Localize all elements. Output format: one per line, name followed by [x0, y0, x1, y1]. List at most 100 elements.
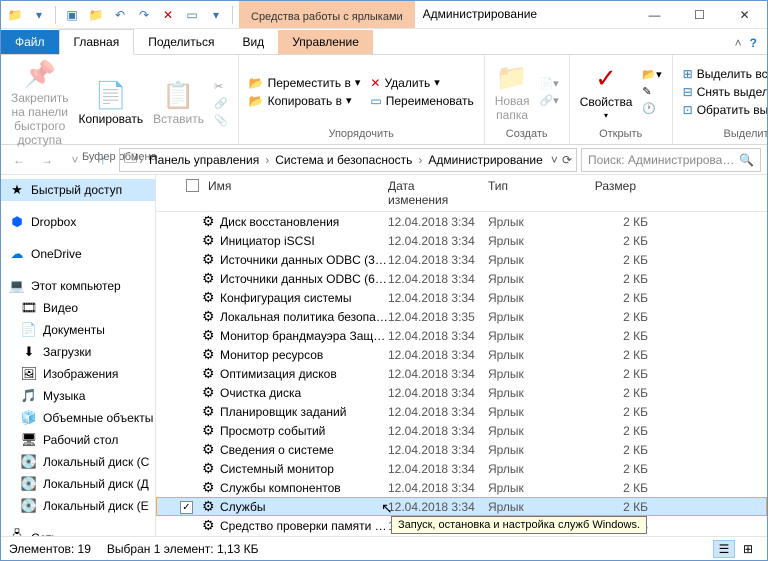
delete-button[interactable]: ✕ Удалить ▾	[366, 74, 477, 92]
file-row[interactable]: ⚙Локальная политика безопасности12.04.20…	[156, 307, 767, 326]
nav-music[interactable]: 🎵Музыка	[1, 385, 155, 407]
back-button[interactable]: ←	[7, 148, 31, 172]
nav-documents[interactable]: 📄Документы	[1, 319, 155, 341]
nav-videos[interactable]: 🎞Видео	[1, 297, 155, 319]
undo-icon[interactable]: ↶	[110, 5, 130, 25]
nav-disk-c[interactable]: 💽Локальный диск (С	[1, 451, 155, 473]
minimize-button[interactable]: —	[632, 1, 677, 28]
nav-quick-access[interactable]: ★Быстрый доступ	[1, 179, 155, 201]
qat-more-icon[interactable]: ▾	[206, 5, 226, 25]
file-row[interactable]: ⚙Просмотр событий12.04.2018 3:34Ярлык2 К…	[156, 421, 767, 440]
file-row[interactable]: ⚙Конфигурация системы12.04.2018 3:34Ярлы…	[156, 288, 767, 307]
search-input[interactable]: Поиск: Администрирование 🔍	[581, 148, 761, 172]
nav-network[interactable]: 🖧Сеть	[1, 527, 155, 536]
nav-onedrive[interactable]: ☁OneDrive	[1, 243, 155, 265]
file-row[interactable]: ⚙Сведения о системе12.04.2018 3:34Ярлык2…	[156, 440, 767, 459]
file-list[interactable]: ⚙Диск восстановления12.04.2018 3:34Ярлык…	[156, 212, 767, 536]
chevron-right-icon[interactable]: ›	[416, 153, 424, 167]
pc-icon: 💻	[9, 278, 25, 294]
file-size: 2 КБ	[578, 405, 648, 419]
file-row[interactable]: ⚙Монитор брандмауэра Защитника...12.04.2…	[156, 326, 767, 345]
help-icon[interactable]: ?	[750, 36, 757, 50]
properties-button[interactable]: ✓Свойства▾	[576, 61, 637, 122]
file-row[interactable]: ⚙Службы компонентов12.04.2018 3:34Ярлык2…	[156, 478, 767, 497]
file-row[interactable]: ⚙Оптимизация дисков12.04.2018 3:34Ярлык2…	[156, 364, 767, 383]
col-name[interactable]: Имя	[202, 179, 382, 207]
tab-manage[interactable]: Управление	[278, 30, 373, 54]
address-bar[interactable]: 🗔 › Панель управления › Система и безопа…	[119, 148, 577, 172]
tab-home[interactable]: Главная	[59, 29, 135, 55]
new-folder-button[interactable]: 📁Новая папка	[491, 60, 534, 124]
redo-icon[interactable]: ↷	[134, 5, 154, 25]
file-row[interactable]: ⚙Управление компьютером12.04.2018 3:34Яр…	[156, 535, 767, 536]
breadcrumb-segment[interactable]: Система и безопасность	[271, 153, 416, 167]
refresh-button[interactable]: ⟳	[562, 153, 572, 167]
address-dropdown[interactable]: ˅	[551, 153, 558, 167]
open-small-button[interactable]: 📂▾	[638, 66, 665, 83]
folder-icon[interactable]: 📁	[5, 5, 25, 25]
navigation-pane[interactable]: ★Быстрый доступ ⬢Dropbox ☁OneDrive 💻Этот…	[1, 175, 156, 536]
chevron-right-icon[interactable]: ›	[137, 153, 145, 167]
file-row[interactable]: ⚙Источники данных ODBC (64-разряд...12.0…	[156, 269, 767, 288]
nav-this-pc[interactable]: 💻Этот компьютер	[1, 275, 155, 297]
select-all-button[interactable]: ⊞ Выделить все	[679, 65, 768, 83]
nav-disk-d[interactable]: 💽Локальный диск (Д	[1, 473, 155, 495]
nav-3d-objects[interactable]: 🧊Объемные объекты	[1, 407, 155, 429]
ribbon-collapse-icon[interactable]: ˄	[735, 36, 742, 50]
new-folder-icon[interactable]: 📁	[86, 5, 106, 25]
easy-access-button[interactable]: 🔗▾	[535, 92, 562, 109]
file-row[interactable]: ✓⚙Службы12.04.2018 3:34Ярлык2 КБЗапуск, …	[156, 497, 767, 516]
recent-dropdown[interactable]: ˅	[63, 148, 87, 172]
delete-icon[interactable]: ✕	[158, 5, 178, 25]
file-row[interactable]: ⚙Диск восстановления12.04.2018 3:34Ярлык…	[156, 212, 767, 231]
col-size[interactable]: Размер	[572, 179, 642, 207]
paste-shortcut-button[interactable]: 📎	[210, 112, 232, 129]
maximize-button[interactable]: ☐	[677, 1, 722, 28]
file-row[interactable]: ⚙Монитор ресурсов12.04.2018 3:34Ярлык2 К…	[156, 345, 767, 364]
breadcrumb-segment[interactable]: Панель управления	[145, 153, 263, 167]
rename-button[interactable]: ▭ Переименовать	[366, 92, 477, 110]
nav-downloads[interactable]: ⬇Загрузки	[1, 341, 155, 363]
file-date: 12.04.2018 3:34	[388, 291, 488, 305]
file-name: Просмотр событий	[220, 424, 388, 438]
up-button[interactable]: ↑	[91, 148, 115, 172]
copy-to-button[interactable]: 📂 Копировать в ▾	[245, 92, 365, 110]
view-large-button[interactable]: ⊞	[737, 540, 759, 558]
tab-file[interactable]: Файл	[1, 30, 59, 54]
copy-button[interactable]: 📄Копировать	[74, 78, 147, 128]
properties-icon[interactable]: ▣	[62, 5, 82, 25]
file-row[interactable]: ⚙Планировщик заданий12.04.2018 3:34Ярлык…	[156, 402, 767, 421]
nav-dropbox[interactable]: ⬢Dropbox	[1, 211, 155, 233]
cut-small-button[interactable]: ✂	[210, 78, 232, 95]
paste-button[interactable]: 📋Вставить	[149, 78, 208, 128]
history-small-button[interactable]: 🕐	[638, 100, 665, 117]
chevron-right-icon[interactable]: ›	[263, 153, 271, 167]
rename-icon[interactable]: ▭	[182, 5, 202, 25]
forward-button[interactable]: →	[35, 148, 59, 172]
tab-view[interactable]: Вид	[228, 30, 278, 54]
tab-share[interactable]: Поделиться	[134, 30, 228, 54]
select-invert-button[interactable]: ⊡ Обратить выделение	[679, 101, 768, 119]
close-button[interactable]: ✕	[722, 1, 767, 28]
view-details-button[interactable]: ☰	[713, 540, 735, 558]
nav-desktop[interactable]: 🖥Рабочий стол	[1, 429, 155, 451]
select-all-checkbox[interactable]	[186, 179, 199, 192]
select-none-button[interactable]: ⊟ Снять выделение	[679, 83, 768, 101]
new-item-button[interactable]: 📄▾	[535, 75, 562, 92]
row-checkbox[interactable]: ✓	[180, 501, 193, 514]
pin-quickaccess-button[interactable]: 📌Закрепить на панели быстрого доступа	[7, 57, 72, 149]
col-type[interactable]: Тип	[482, 179, 572, 207]
nav-disk-e[interactable]: 💽Локальный диск (Е	[1, 495, 155, 517]
dropdown-icon[interactable]: ▾	[29, 5, 49, 25]
copypath-small-button[interactable]: 🔗	[210, 95, 232, 112]
nav-pictures[interactable]: 🖼Изображения	[1, 363, 155, 385]
search-icon[interactable]: 🔍	[739, 153, 754, 167]
edit-small-button[interactable]: ✎	[638, 83, 665, 100]
col-date[interactable]: Дата изменения	[382, 179, 482, 207]
file-row[interactable]: ⚙Инициатор iSCSI12.04.2018 3:34Ярлык2 КБ	[156, 231, 767, 250]
breadcrumb-segment[interactable]: Администрирование	[424, 153, 546, 167]
file-row[interactable]: ⚙Очистка диска12.04.2018 3:34Ярлык2 КБ	[156, 383, 767, 402]
move-to-button[interactable]: 📂 Переместить в ▾	[245, 74, 365, 92]
file-row[interactable]: ⚙Источники данных ODBC (32-разряд...12.0…	[156, 250, 767, 269]
file-row[interactable]: ⚙Системный монитор12.04.2018 3:34Ярлык2 …	[156, 459, 767, 478]
